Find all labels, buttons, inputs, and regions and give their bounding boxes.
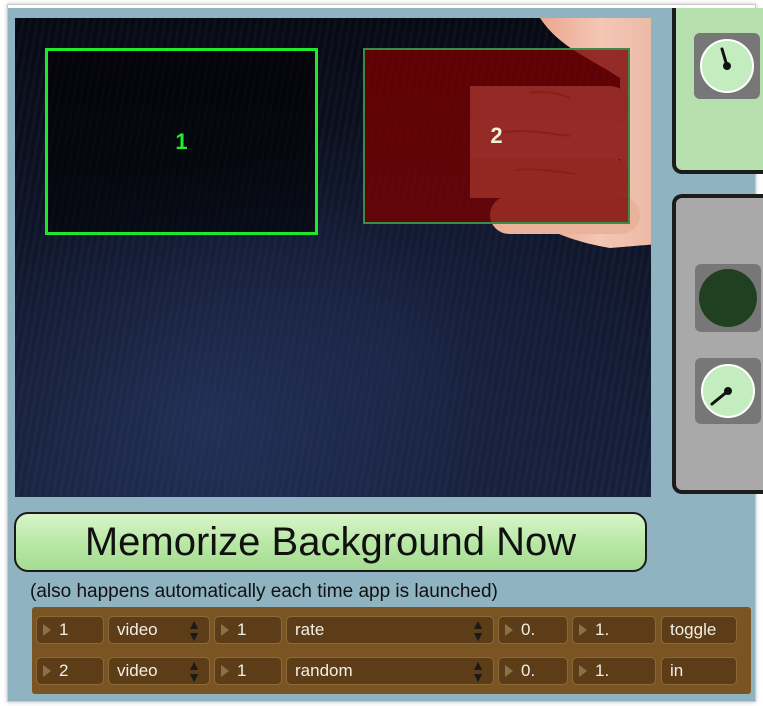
row-2-mode: random — [295, 661, 353, 680]
row-1-min[interactable]: 0. — [498, 616, 568, 644]
dial-pointer-icon — [710, 387, 732, 406]
knob-box-top — [694, 33, 760, 99]
right-panel-green — [672, 8, 763, 174]
row-2-action[interactable]: in — [661, 657, 737, 685]
zone-settings-table: 1 video ▲ ▼ 1 rate ▲ ▼ 0. 1. toggle 2 vide… — [32, 607, 751, 694]
up-down-arrows-icon: ▲ ▼ — [471, 657, 485, 685]
row-1-number[interactable]: 1 — [36, 616, 104, 644]
zone-1-label: 1 — [175, 128, 188, 154]
knob-box-bottom — [695, 358, 761, 424]
detection-zone-1[interactable]: 1 — [45, 48, 318, 235]
row-1-mode: rate — [295, 620, 325, 639]
right-panel-grey — [672, 194, 763, 494]
memorize-background-button[interactable]: Memorize Background Now — [14, 512, 647, 572]
led-indicator — [699, 269, 757, 327]
dial-knob-bottom[interactable] — [701, 364, 755, 418]
dial-pointer-icon — [720, 47, 731, 70]
row-1-source: video — [117, 620, 158, 639]
row-1-source-menu[interactable]: video ▲ ▼ — [108, 616, 210, 644]
row-1-max[interactable]: 1. — [572, 616, 656, 644]
detection-zone-2[interactable]: 2 — [363, 48, 630, 224]
row-2-source: video — [117, 661, 158, 680]
dial-knob-top[interactable] — [700, 39, 754, 93]
up-down-arrows-icon: ▲ ▼ — [187, 616, 201, 644]
up-down-arrows-icon: ▲ ▼ — [187, 657, 201, 685]
memorize-note: (also happens automatically each time ap… — [30, 581, 498, 602]
row-2-max[interactable]: 1. — [572, 657, 656, 685]
up-down-arrows-icon: ▲ ▼ — [471, 616, 485, 644]
row-1-mode-menu[interactable]: rate ▲ ▼ — [286, 616, 494, 644]
video-preview: 1 2 — [15, 18, 651, 497]
row-2-channel[interactable]: 1 — [214, 657, 282, 685]
led-box — [695, 264, 761, 332]
zone-2-label: 2 — [490, 123, 503, 148]
row-2-min[interactable]: 0. — [498, 657, 568, 685]
row-1-action[interactable]: toggle — [661, 616, 737, 644]
row-2-source-menu[interactable]: video ▲ ▼ — [108, 657, 210, 685]
row-2-number[interactable]: 2 — [36, 657, 104, 685]
row-1-channel[interactable]: 1 — [214, 616, 282, 644]
row-2-mode-menu[interactable]: random ▲ ▼ — [286, 657, 494, 685]
